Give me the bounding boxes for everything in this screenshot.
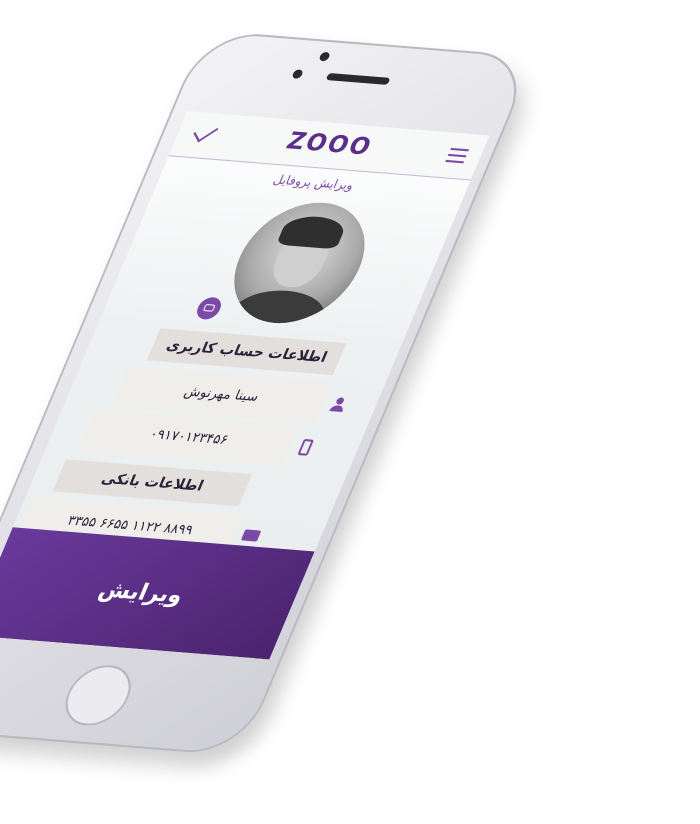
menu-line — [447, 153, 467, 158]
menu-line — [450, 147, 470, 152]
check-icon[interactable] — [193, 120, 219, 143]
app-screen: ZOOO ویرایش پروفایل اطلاعات حساب کاربری … — [0, 111, 490, 660]
image-icon[interactable] — [193, 296, 225, 321]
earpiece-speaker — [325, 72, 391, 85]
account-section-header: اطلاعات حساب کاربری — [146, 328, 347, 376]
front-camera — [291, 69, 304, 79]
mobile-phone-icon — [297, 438, 315, 456]
profile-avatar — [214, 198, 385, 328]
app-logo: ZOOO — [282, 128, 377, 161]
credit-card-icon — [240, 529, 262, 542]
user-icon — [328, 397, 348, 412]
bank-section-header: اطلاعات بانکی — [52, 459, 253, 507]
avatar-hair — [276, 214, 349, 250]
menu-line — [445, 159, 465, 164]
phone-mockup: ZOOO ویرایش پروفایل اطلاعات حساب کاربری … — [0, 30, 542, 772]
avatar-shoulders — [220, 287, 334, 328]
front-sensor — [318, 51, 331, 62]
home-button[interactable] — [55, 662, 141, 728]
phone-body: ZOOO ویرایش پروفایل اطلاعات حساب کاربری … — [0, 30, 535, 757]
hamburger-menu-icon[interactable] — [445, 147, 470, 164]
edit-submit-button[interactable]: ویرایش — [0, 527, 315, 660]
